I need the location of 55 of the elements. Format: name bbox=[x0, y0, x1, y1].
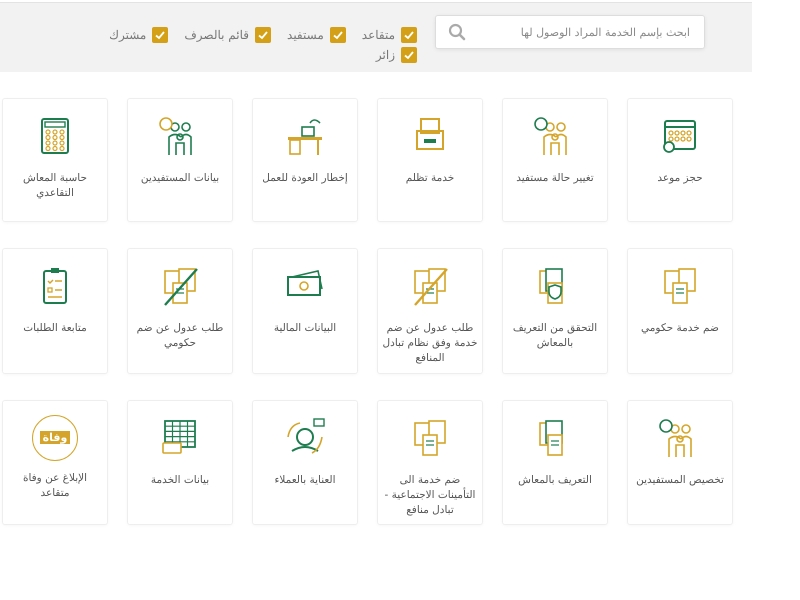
service-title: تخصيص المستفيدين bbox=[636, 472, 724, 488]
service-card[interactable]: تخصيص المستفيدين bbox=[627, 400, 733, 526]
filter-label: متقاعد bbox=[362, 28, 395, 42]
service-card[interactable]: إخطار العودة للعمل bbox=[252, 98, 358, 222]
service-title: العناية بالعملاء bbox=[274, 472, 336, 488]
service-title: بيانات الخدمة bbox=[150, 472, 210, 488]
service-title: متابعة الطلبات bbox=[23, 321, 87, 336]
service-title: الإبلاغ عن وفاة متقاعد bbox=[22, 470, 88, 501]
filter-label: قائم بالصرف bbox=[184, 28, 250, 42]
service-title: ضم خدمة حكومي bbox=[641, 321, 719, 336]
service-title: طلب عدول عن ضم خدمة وفق نظام تبادل المنافع bbox=[382, 321, 478, 366]
service-card[interactable]: بيانات المستفيدين bbox=[127, 98, 233, 222]
checkbox[interactable] bbox=[401, 47, 417, 63]
service-card[interactable]: طلب عدول عن ضم خدمة وفق نظام تبادل المنافع bbox=[377, 248, 483, 374]
service-card[interactable]: التعريف بالمعاش bbox=[502, 400, 608, 526]
service-card[interactable]: متابعة الطلبات bbox=[2, 248, 108, 374]
service-title: حاسبة المعاش التقاعدي bbox=[22, 171, 88, 202]
service-card[interactable]: خدمة تظلم bbox=[377, 98, 483, 222]
checkbox[interactable] bbox=[330, 27, 346, 43]
service-card[interactable]: وفاة الإبلاغ عن وفاة متقاعد bbox=[2, 400, 108, 526]
service-card[interactable]: ضم خدمة حكومي bbox=[627, 248, 733, 374]
service-title: إخطار العودة للعمل bbox=[262, 171, 348, 186]
service-card[interactable]: تغيير حالة مستفيد bbox=[502, 98, 608, 222]
checkbox[interactable] bbox=[401, 27, 417, 43]
checkbox[interactable] bbox=[255, 27, 272, 43]
service-title: خدمة تظلم bbox=[406, 171, 454, 186]
service-card[interactable]: العناية بالعملاء bbox=[252, 400, 358, 526]
service-card[interactable]: طلب عدول عن ضم حكومي bbox=[127, 248, 233, 374]
icon-label: وفاة bbox=[40, 431, 70, 444]
filter-label: زائر bbox=[376, 48, 395, 62]
filter-label: مشترك bbox=[109, 28, 146, 42]
service-card[interactable]: بيانات الخدمة bbox=[127, 400, 233, 526]
service-title: بيانات المستفيدين bbox=[140, 171, 220, 186]
filter-label: مستفيد bbox=[287, 28, 324, 42]
service-title: تغيير حالة مستفيد bbox=[516, 171, 594, 186]
service-title: التحقق من التعريف بالمعاش bbox=[512, 321, 598, 352]
check-icon bbox=[332, 29, 344, 41]
service-title: طلب عدول عن ضم حكومي bbox=[136, 321, 224, 352]
service-title: ضم خدمة الى التأمينات الاجتماعية - تبادل منافع bbox=[384, 472, 476, 518]
service-title: البيانات المالية bbox=[274, 321, 336, 336]
service-title: التعريف بالمعاش bbox=[518, 472, 592, 488]
service-card[interactable]: التحقق من التعريف بالمعاش bbox=[502, 248, 608, 374]
check-icon bbox=[403, 49, 415, 61]
checkbox[interactable] bbox=[152, 27, 168, 43]
service-card[interactable]: حاسبة المعاش التقاعدي bbox=[2, 98, 108, 222]
search-field[interactable]: ابحث بإسم الخدمة المراد الوصول لها bbox=[466, 24, 692, 40]
service-card[interactable]: البيانات المالية bbox=[252, 248, 358, 374]
service-card[interactable]: حجز موعد bbox=[627, 98, 733, 222]
search-icon[interactable] bbox=[448, 23, 466, 41]
service-title: حجز موعد bbox=[657, 171, 703, 186]
check-icon bbox=[257, 29, 270, 41]
search-box[interactable]: ابحث بإسم الخدمة المراد الوصول لها bbox=[435, 15, 705, 49]
check-icon bbox=[403, 29, 415, 41]
service-card[interactable]: ضم خدمة الى التأمينات الاجتماعية - تبادل منافع bbox=[377, 400, 483, 526]
check-icon bbox=[154, 29, 166, 41]
